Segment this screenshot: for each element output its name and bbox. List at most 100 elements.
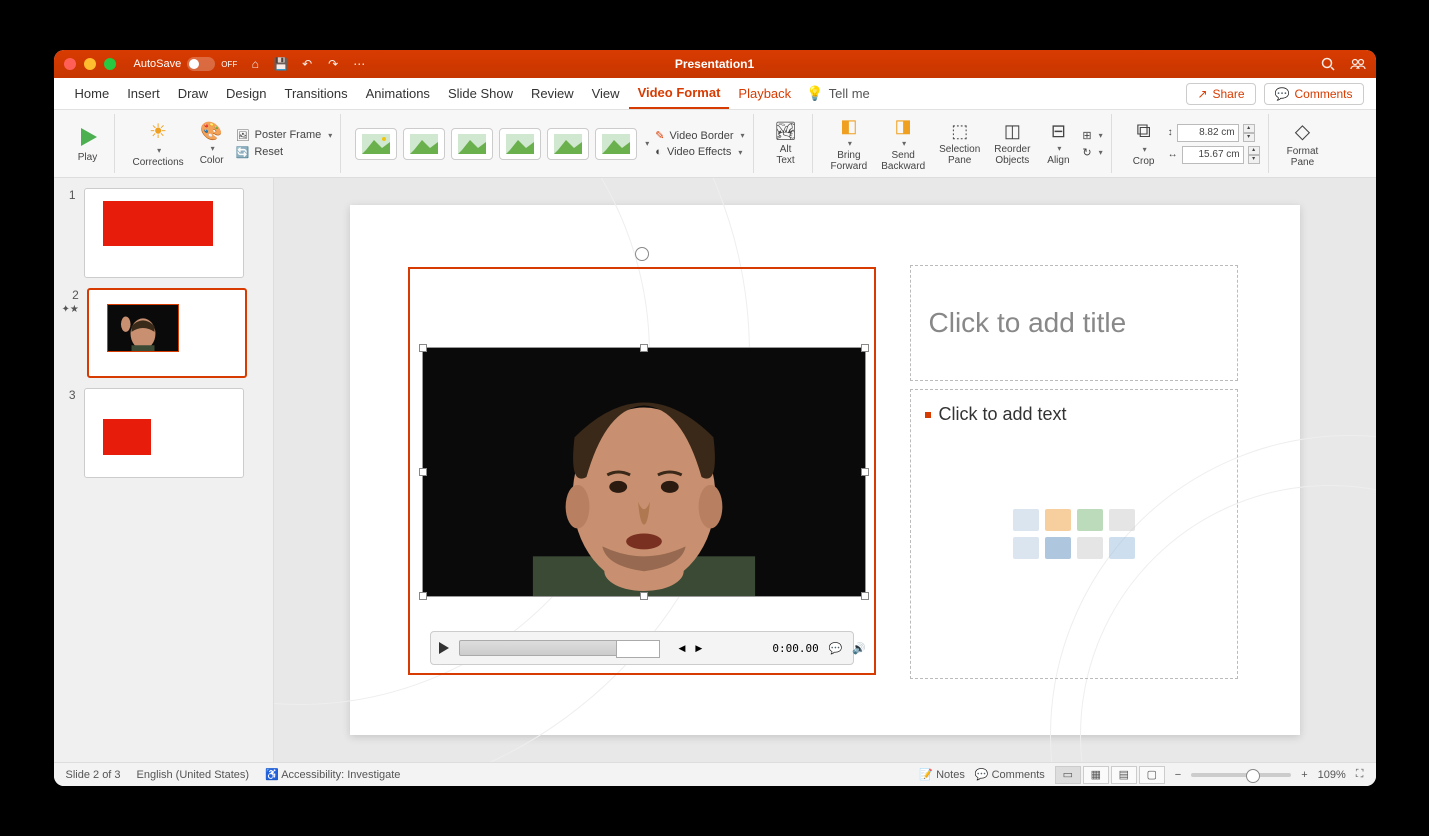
resize-handle-w[interactable] — [419, 468, 427, 476]
format-pane-button[interactable]: ◇ Format Pane — [1283, 117, 1323, 170]
height-input[interactable]: ↕ 8.82 cm ▴▾ — [1168, 124, 1260, 142]
resize-handle-sw[interactable] — [419, 592, 427, 600]
tab-slideshow[interactable]: Slide Show — [439, 78, 522, 109]
insert-3d-icon[interactable] — [1109, 509, 1135, 531]
tab-playback[interactable]: Playback — [729, 78, 800, 109]
captions-icon[interactable]: 💬 — [829, 642, 843, 655]
height-up[interactable]: ▴ — [1243, 124, 1255, 133]
tab-view[interactable]: View — [583, 78, 629, 109]
resize-handle-n[interactable] — [640, 344, 648, 352]
slide-counter[interactable]: Slide 2 of 3 — [66, 769, 121, 781]
undo-icon[interactable]: ↶ — [299, 56, 315, 72]
style-thumb-4[interactable] — [499, 128, 541, 160]
selection-pane-button[interactable]: ⬚ Selection Pane — [935, 119, 984, 168]
width-up[interactable]: ▴ — [1248, 146, 1260, 155]
volume-icon[interactable]: 🔊 — [852, 642, 866, 655]
zoom-out-button[interactable]: − — [1175, 769, 1181, 781]
video-object[interactable] — [422, 347, 866, 597]
slideshow-view-button[interactable]: ▢ — [1139, 766, 1165, 784]
search-icon[interactable] — [1320, 56, 1336, 72]
rotate-handle[interactable] — [635, 247, 649, 261]
tab-home[interactable]: Home — [66, 78, 119, 109]
color-button[interactable]: 🎨▾ Color — [194, 119, 230, 168]
tab-video-format[interactable]: Video Format — [629, 78, 730, 109]
comments-button[interactable]: 💬 Comments — [1264, 83, 1364, 105]
tell-me-search[interactable]: 💡 Tell me — [806, 85, 870, 102]
tab-review[interactable]: Review — [522, 78, 583, 109]
more-icon[interactable]: ⋯ — [351, 56, 367, 72]
style-thumb-2[interactable] — [403, 128, 445, 160]
play-button[interactable]: Play — [70, 122, 106, 165]
close-window-button[interactable] — [64, 58, 76, 70]
video-border-button[interactable]: ✎ Video Border ▾ — [655, 129, 744, 142]
slide-thumbnail-1[interactable]: 1 — [62, 188, 265, 278]
width-input[interactable]: ↔ 15.67 cm ▴▾ — [1168, 146, 1260, 164]
insert-smartart-icon[interactable] — [1077, 509, 1103, 531]
title-placeholder[interactable]: Click to add title — [910, 265, 1238, 381]
align-button[interactable]: ⊟▾ Align — [1040, 119, 1076, 168]
redo-icon[interactable]: ↷ — [325, 56, 341, 72]
resize-handle-nw[interactable] — [419, 344, 427, 352]
zoom-in-button[interactable]: + — [1301, 769, 1307, 781]
insert-online-picture-icon[interactable] — [1045, 537, 1071, 559]
save-icon[interactable]: 💾 — [273, 56, 289, 72]
minimize-window-button[interactable] — [84, 58, 96, 70]
resize-handle-e[interactable] — [861, 468, 869, 476]
reading-view-button[interactable]: ▤ — [1111, 766, 1137, 784]
slide-canvas-area[interactable]: ◀ ▶ 0:00.00 💬 🔊 Click to add title — [274, 178, 1376, 762]
insert-table-icon[interactable] — [1013, 509, 1039, 531]
share-button[interactable]: ↗ Share — [1186, 83, 1255, 105]
slide-thumbnail-2[interactable]: 2 ✦★ — [62, 288, 265, 378]
insert-video-icon[interactable] — [1077, 537, 1103, 559]
resize-handle-se[interactable] — [861, 592, 869, 600]
tab-transitions[interactable]: Transitions — [276, 78, 357, 109]
alt-text-button[interactable]: 🏞 Alt Text — [768, 119, 804, 168]
comments-panel-button[interactable]: 💬 Comments — [975, 768, 1045, 781]
insert-icon-icon[interactable] — [1109, 537, 1135, 559]
notes-button[interactable]: 📝 Notes — [919, 768, 965, 781]
resize-handle-s[interactable] — [640, 592, 648, 600]
resize-handle-ne[interactable] — [861, 344, 869, 352]
tab-animations[interactable]: Animations — [357, 78, 439, 109]
poster-frame-button[interactable]: 🖼 Poster Frame ▾ — [236, 129, 333, 142]
home-icon[interactable]: ⌂ — [247, 56, 263, 72]
tab-draw[interactable]: Draw — [169, 78, 217, 109]
insert-picture-icon[interactable] — [1013, 537, 1039, 559]
slide-thumbnail-3[interactable]: 3 — [62, 388, 265, 478]
video-play-button[interactable] — [439, 642, 449, 654]
fit-to-window-button[interactable]: ⛶ — [1356, 768, 1364, 781]
slide-sorter-button[interactable]: ▦ — [1083, 766, 1109, 784]
rotate-button[interactable]: ↻▾ — [1082, 146, 1102, 159]
reorder-objects-button[interactable]: ◫ Reorder Objects — [990, 119, 1034, 168]
send-backward-button[interactable]: ◨▾ Send Backward — [877, 114, 929, 174]
maximize-window-button[interactable] — [104, 58, 116, 70]
bring-forward-button[interactable]: ◧▾ Bring Forward — [827, 114, 872, 174]
video-effects-button[interactable]: ◐ Video Effects ▾ — [655, 146, 744, 158]
normal-view-button[interactable]: ▭ — [1055, 766, 1081, 784]
insert-chart-icon[interactable] — [1045, 509, 1071, 531]
style-thumb-1[interactable] — [355, 128, 397, 160]
height-down[interactable]: ▾ — [1243, 133, 1255, 142]
content-placeholder-2[interactable]: Click to add text — [910, 389, 1238, 679]
zoom-slider[interactable] — [1191, 773, 1291, 777]
style-thumb-3[interactable] — [451, 128, 493, 160]
autosave-toggle[interactable]: AutoSave OFF — [134, 57, 238, 71]
tab-insert[interactable]: Insert — [118, 78, 169, 109]
crop-button[interactable]: ⧉▾ Crop — [1126, 118, 1162, 169]
language-indicator[interactable]: English (United States) — [137, 769, 250, 781]
video-styles-gallery[interactable]: ▾ — [355, 128, 649, 160]
style-thumb-5[interactable] — [547, 128, 589, 160]
content-placeholder-selected[interactable]: ◀ ▶ 0:00.00 💬 🔊 — [408, 267, 876, 675]
style-thumb-6[interactable] — [595, 128, 637, 160]
gallery-more-icon[interactable]: ▾ — [645, 139, 649, 148]
skip-back-icon[interactable]: ◀ — [679, 643, 686, 654]
video-scrubber[interactable] — [459, 640, 619, 656]
zoom-level[interactable]: 109% — [1318, 769, 1346, 781]
reset-button[interactable]: 🔄 Reset — [236, 146, 333, 159]
corrections-button[interactable]: ☀▾ Corrections — [129, 117, 188, 170]
account-icon[interactable] — [1350, 56, 1366, 72]
width-down[interactable]: ▾ — [1248, 155, 1260, 164]
skip-forward-icon[interactable]: ▶ — [695, 643, 702, 654]
accessibility-checker[interactable]: ♿ Accessibility: Investigate — [265, 768, 400, 781]
tab-design[interactable]: Design — [217, 78, 275, 109]
